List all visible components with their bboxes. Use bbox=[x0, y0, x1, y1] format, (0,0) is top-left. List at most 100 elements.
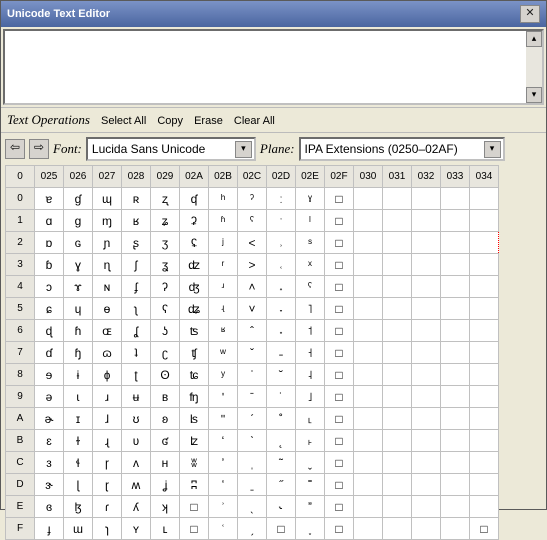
char-cell[interactable] bbox=[383, 408, 412, 430]
char-cell[interactable] bbox=[383, 232, 412, 254]
char-cell[interactable]: ʰ bbox=[209, 188, 238, 210]
char-cell[interactable]: ˢ bbox=[296, 232, 325, 254]
chevron-down-icon[interactable]: ▾ bbox=[235, 141, 252, 158]
char-cell[interactable]: □ bbox=[325, 474, 354, 496]
char-cell[interactable] bbox=[412, 452, 441, 474]
char-cell[interactable] bbox=[412, 408, 441, 430]
char-cell[interactable]: ˃ bbox=[238, 254, 267, 276]
char-cell[interactable]: ʤ bbox=[180, 276, 209, 298]
char-cell[interactable]: ɧ bbox=[64, 342, 93, 364]
char-cell[interactable]: ɟ bbox=[35, 518, 64, 540]
char-cell[interactable]: ˇ bbox=[238, 342, 267, 364]
char-cell[interactable] bbox=[441, 496, 470, 518]
char-cell[interactable]: □ bbox=[325, 452, 354, 474]
char-cell[interactable] bbox=[412, 430, 441, 452]
char-cell[interactable]: ʿ bbox=[209, 518, 238, 540]
char-cell[interactable]: □ bbox=[325, 276, 354, 298]
char-cell[interactable]: ɨ bbox=[64, 364, 93, 386]
char-cell[interactable] bbox=[470, 320, 499, 342]
char-cell[interactable] bbox=[412, 474, 441, 496]
char-cell[interactable]: ɹ bbox=[93, 386, 122, 408]
char-cell[interactable]: □ bbox=[325, 254, 354, 276]
scroll-up-icon[interactable]: ▴ bbox=[526, 31, 542, 47]
char-cell[interactable]: ˓ bbox=[267, 254, 296, 276]
char-cell[interactable]: ɛ bbox=[35, 430, 64, 452]
char-cell[interactable]: ˔ bbox=[267, 276, 296, 298]
char-cell[interactable] bbox=[441, 188, 470, 210]
char-cell[interactable] bbox=[383, 210, 412, 232]
char-cell[interactable]: ʬ bbox=[180, 452, 209, 474]
char-cell[interactable] bbox=[470, 474, 499, 496]
char-cell[interactable]: ˨ bbox=[296, 364, 325, 386]
char-cell[interactable]: ˄ bbox=[238, 276, 267, 298]
char-cell[interactable]: □ bbox=[325, 320, 354, 342]
char-cell[interactable] bbox=[441, 408, 470, 430]
char-cell[interactable]: □ bbox=[267, 518, 296, 540]
char-cell[interactable]: ɒ bbox=[35, 232, 64, 254]
char-cell[interactable]: □ bbox=[325, 210, 354, 232]
char-cell[interactable]: ˌ bbox=[238, 452, 267, 474]
char-cell[interactable]: ʝ bbox=[151, 474, 180, 496]
char-cell[interactable]: ˏ bbox=[238, 518, 267, 540]
char-cell[interactable] bbox=[470, 430, 499, 452]
char-cell[interactable]: ˜ bbox=[267, 452, 296, 474]
char-cell[interactable]: ɞ bbox=[35, 496, 64, 518]
char-cell[interactable]: ɕ bbox=[35, 298, 64, 320]
char-cell[interactable]: ʽ bbox=[209, 474, 238, 496]
char-cell[interactable]: ɘ bbox=[35, 364, 64, 386]
char-cell[interactable]: ʀ bbox=[122, 188, 151, 210]
char-cell[interactable]: ˕ bbox=[267, 298, 296, 320]
char-cell[interactable] bbox=[383, 496, 412, 518]
char-cell[interactable] bbox=[383, 386, 412, 408]
char-cell[interactable]: ɐ bbox=[35, 188, 64, 210]
char-cell[interactable]: ˣ bbox=[296, 254, 325, 276]
plane-select[interactable]: IPA Extensions (0250–02AF) ▾ bbox=[299, 137, 505, 161]
char-cell[interactable] bbox=[354, 474, 383, 496]
char-cell[interactable]: ʋ bbox=[122, 430, 151, 452]
char-cell[interactable] bbox=[412, 364, 441, 386]
char-cell[interactable] bbox=[412, 518, 441, 540]
char-cell[interactable]: ɚ bbox=[35, 408, 64, 430]
char-cell[interactable]: ʭ bbox=[180, 474, 209, 496]
char-cell[interactable]: ʈ bbox=[122, 364, 151, 386]
char-cell[interactable]: □ bbox=[325, 386, 354, 408]
char-cell[interactable]: ʠ bbox=[180, 188, 209, 210]
char-cell[interactable]: ʅ bbox=[122, 298, 151, 320]
char-cell[interactable]: ɗ bbox=[35, 342, 64, 364]
char-cell[interactable]: ˉ bbox=[238, 386, 267, 408]
char-cell[interactable] bbox=[354, 452, 383, 474]
char-cell[interactable]: ə bbox=[35, 386, 64, 408]
char-cell[interactable] bbox=[412, 232, 441, 254]
char-cell[interactable]: ʣ bbox=[180, 254, 209, 276]
char-cell[interactable]: ˥ bbox=[296, 298, 325, 320]
char-cell[interactable]: ˁ bbox=[238, 210, 267, 232]
char-cell[interactable]: ɰ bbox=[93, 188, 122, 210]
char-cell[interactable]: ˖ bbox=[267, 320, 296, 342]
char-cell[interactable]: ˩ bbox=[296, 386, 325, 408]
char-cell[interactable]: □ bbox=[325, 518, 354, 540]
char-cell[interactable] bbox=[383, 254, 412, 276]
chevron-down-icon[interactable]: ▾ bbox=[484, 141, 501, 158]
char-cell[interactable] bbox=[470, 386, 499, 408]
char-cell[interactable]: ʲ bbox=[209, 232, 238, 254]
char-cell[interactable]: ˬ bbox=[296, 452, 325, 474]
char-cell[interactable]: ʆ bbox=[122, 320, 151, 342]
char-cell[interactable]: □ bbox=[325, 430, 354, 452]
char-cell[interactable]: ɳ bbox=[93, 254, 122, 276]
char-cell[interactable]: ʾ bbox=[209, 496, 238, 518]
op-erase[interactable]: Erase bbox=[194, 115, 223, 127]
char-cell[interactable]: ɲ bbox=[93, 232, 122, 254]
char-cell[interactable]: ɼ bbox=[93, 452, 122, 474]
char-cell[interactable] bbox=[441, 320, 470, 342]
char-cell[interactable]: ʵ bbox=[209, 298, 238, 320]
char-cell[interactable] bbox=[354, 210, 383, 232]
char-cell[interactable]: ɑ bbox=[35, 210, 64, 232]
char-cell[interactable] bbox=[441, 210, 470, 232]
op-select-all[interactable]: Select All bbox=[101, 115, 146, 127]
char-cell[interactable] bbox=[412, 386, 441, 408]
char-cell[interactable]: ˪ bbox=[296, 408, 325, 430]
char-cell[interactable]: ʍ bbox=[122, 474, 151, 496]
char-cell[interactable]: ʃ bbox=[122, 254, 151, 276]
char-cell[interactable]: ʒ bbox=[151, 232, 180, 254]
char-cell[interactable]: ʨ bbox=[180, 364, 209, 386]
